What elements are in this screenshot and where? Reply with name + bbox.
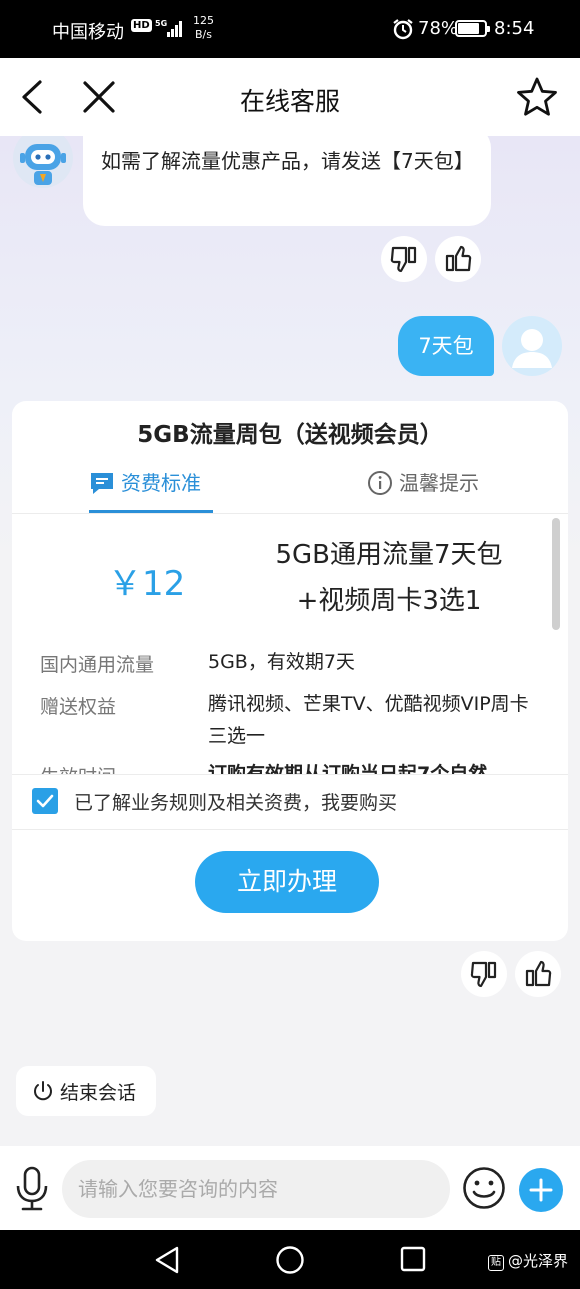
star-outline-icon[interactable] xyxy=(516,76,558,118)
carrier-name: 中国移动 xyxy=(52,22,124,43)
thumbs-up-icon xyxy=(445,245,472,272)
signal-icon: 5G xyxy=(155,19,182,37)
dislike-button[interactable] xyxy=(461,951,507,997)
plus-icon xyxy=(529,1178,553,1202)
chat-bubble-icon xyxy=(91,473,113,494)
detail-value: 5GB，有效期7天 xyxy=(208,651,355,673)
watermark-text: @光泽界 xyxy=(508,1252,569,1270)
end-chat-button[interactable]: 结束会话 xyxy=(16,1066,156,1116)
watermark: 贴 @光泽界 xyxy=(488,1250,568,1271)
detail-label: 生效时间 xyxy=(40,762,116,774)
tab-fee-standard[interactable]: 资费标准 xyxy=(89,467,213,513)
thumbs-down-icon xyxy=(390,246,417,273)
chat-area[interactable]: 如需了解流量优惠产品，请发送【7天包】 7天包 5GB流量周包（送视频会员） 资… xyxy=(0,136,580,1146)
network-speed: 125 B/s xyxy=(193,14,214,42)
emoji-icon[interactable] xyxy=(462,1166,506,1210)
detail-label: 国内通用流量 xyxy=(40,654,155,676)
status-bar: 中国移动 HD 5G 125 B/s 78% 8:54 xyxy=(0,0,580,58)
thumbs-up-icon xyxy=(525,960,552,987)
network-speed-value: 125 xyxy=(193,14,214,27)
package-name-line2: +视频周卡3选1 xyxy=(296,586,482,616)
thumbs-down-icon xyxy=(470,961,497,988)
clock: 8:54 xyxy=(494,18,535,39)
package-name: 5GB通用流量7天包 +视频周卡3选1 xyxy=(244,532,534,624)
hd-badge: HD xyxy=(131,19,152,32)
system-nav-bar: 贴 @光泽界 xyxy=(0,1230,580,1289)
message-input[interactable] xyxy=(62,1160,450,1218)
battery-percent: 78% xyxy=(418,18,459,39)
dislike-button[interactable] xyxy=(381,236,427,282)
fee-details-scroll[interactable]: ￥12 5GB通用流量7天包 +视频周卡3选1 国内通用流量 5GB，有效期7天… xyxy=(12,514,568,774)
user-avatar-icon xyxy=(502,316,562,376)
tab-label: 温馨提示 xyxy=(399,471,479,495)
network-speed-unit: B/s xyxy=(195,28,212,41)
checkmark-icon xyxy=(36,794,54,808)
system-home-icon[interactable] xyxy=(275,1245,305,1275)
agreement-checkbox[interactable] xyxy=(32,788,58,814)
input-bar xyxy=(0,1146,580,1230)
tab-tips[interactable]: 温馨提示 xyxy=(367,467,507,513)
svg-text:5G: 5G xyxy=(155,19,167,28)
system-back-icon[interactable] xyxy=(153,1245,181,1275)
nav-bar: 在线客服 xyxy=(0,58,580,136)
apply-now-button[interactable]: 立即办理 xyxy=(195,851,379,913)
like-button[interactable] xyxy=(515,951,561,997)
end-chat-label: 结束会话 xyxy=(60,1082,137,1104)
product-card: 5GB流量周包（送视频会员） 资费标准 温馨提示 ￥12 5GB通用流量7天包 … xyxy=(12,401,568,941)
package-name-line1: 5GB通用流量7天包 xyxy=(275,540,503,570)
page-title: 在线客服 xyxy=(239,87,340,116)
user-message-bubble: 7天包 xyxy=(398,316,494,376)
agreement-text: 已了解业务规则及相关资费，我要购买 xyxy=(74,792,398,814)
more-button[interactable] xyxy=(519,1168,563,1212)
battery-icon xyxy=(455,20,490,37)
like-button[interactable] xyxy=(435,236,481,282)
detail-value: 订购有效期从订购当日起7个自然 xyxy=(208,763,488,774)
bot-avatar-icon xyxy=(13,136,73,188)
alarm-icon xyxy=(393,19,413,40)
watermark-badge: 贴 xyxy=(488,1255,504,1271)
detail-value: 腾讯视频、芒果TV、优酷视频VIP周卡三选一 xyxy=(208,693,529,747)
microphone-icon[interactable] xyxy=(14,1166,50,1212)
scrollbar[interactable] xyxy=(552,518,560,630)
system-recents-icon[interactable] xyxy=(400,1246,426,1272)
tab-label: 资费标准 xyxy=(121,471,201,495)
price: ￥12 xyxy=(108,564,186,604)
detail-label: 赠送权益 xyxy=(40,696,117,718)
bot-message-bubble: 如需了解流量优惠产品，请发送【7天包】 xyxy=(83,136,491,226)
info-icon xyxy=(368,471,392,495)
power-icon xyxy=(34,1081,52,1101)
card-title: 5GB流量周包（送视频会员） xyxy=(137,422,443,448)
agreement-row[interactable]: 已了解业务规则及相关资费，我要购买 xyxy=(12,774,568,830)
